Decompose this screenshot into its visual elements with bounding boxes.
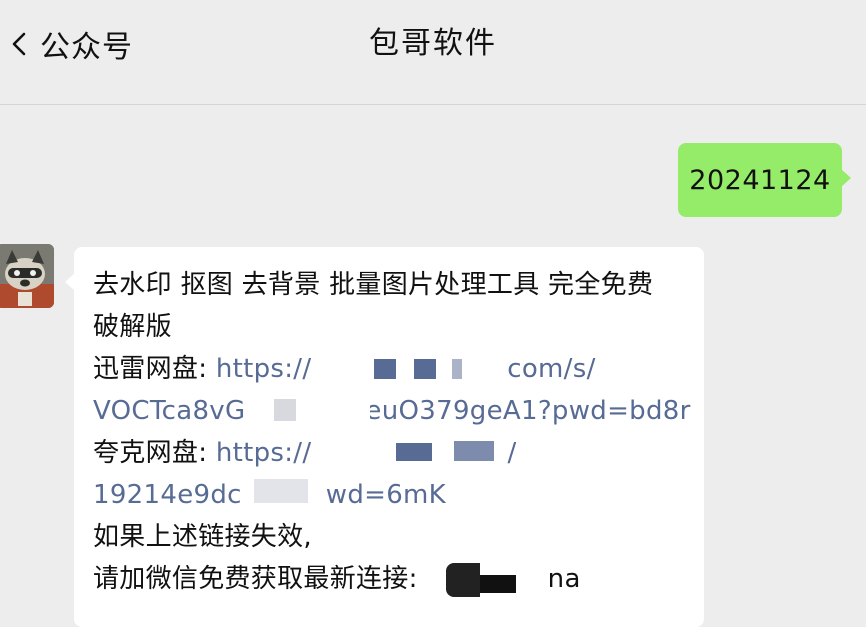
chat-title: 包哥软件: [369, 26, 497, 61]
quark-link-end[interactable]: /: [507, 438, 516, 468]
message-line: 去水印 抠图 去背景 批量图片处理工具 完全免费: [93, 270, 654, 300]
message-line: 破解版: [93, 312, 172, 342]
avatar[interactable]: [0, 244, 54, 308]
xunlei-label: 迅雷网盘:: [93, 354, 216, 384]
raccoon-avatar-icon: [0, 244, 54, 308]
quark-label: 夸克网盘:: [93, 438, 216, 468]
xunlei-link-row-2: VOCTca8vG euO379geA1?pwd=bd8r: [93, 391, 691, 431]
wechat-contact-row: 请加微信免费获取最新连接: na: [93, 559, 581, 599]
wechat-prompt: 请加微信免费获取最新连接:: [93, 564, 418, 594]
xunlei-link-row: 迅雷网盘: https://pan com/s/: [93, 349, 596, 389]
xunlei-link-continued[interactable]: VOCTca8vG: [93, 396, 245, 426]
message-line: 如果上述链接失效,: [93, 522, 312, 552]
outgoing-message-text: 20241124: [689, 164, 831, 196]
xunlei-link-end[interactable]: com/s/: [507, 354, 595, 384]
quark-link-row: 夸克网盘: https:// /: [93, 433, 517, 473]
top-navigation-bar: 公众号 包哥软件: [0, 0, 866, 105]
xunlei-link-end-2[interactable]: euO379geA1?pwd=bd8r: [365, 396, 690, 426]
quark-link-continued[interactable]: 19214e9dc: [93, 480, 242, 510]
quark-link-start[interactable]: https://: [216, 438, 312, 468]
incoming-message-bubble[interactable]: 去水印 抠图 去背景 批量图片处理工具 完全免费 破解版 迅雷网盘: https…: [65, 247, 704, 627]
xunlei-link-start[interactable]: https://pan: [216, 354, 361, 384]
quark-link-end-2[interactable]: wd=6mK: [326, 480, 446, 510]
quark-link-row-2: 19214e9dc wd=6mK: [93, 475, 446, 515]
outgoing-message-bubble[interactable]: 20241124: [678, 143, 851, 217]
wechat-id-fragment: na: [547, 564, 581, 594]
